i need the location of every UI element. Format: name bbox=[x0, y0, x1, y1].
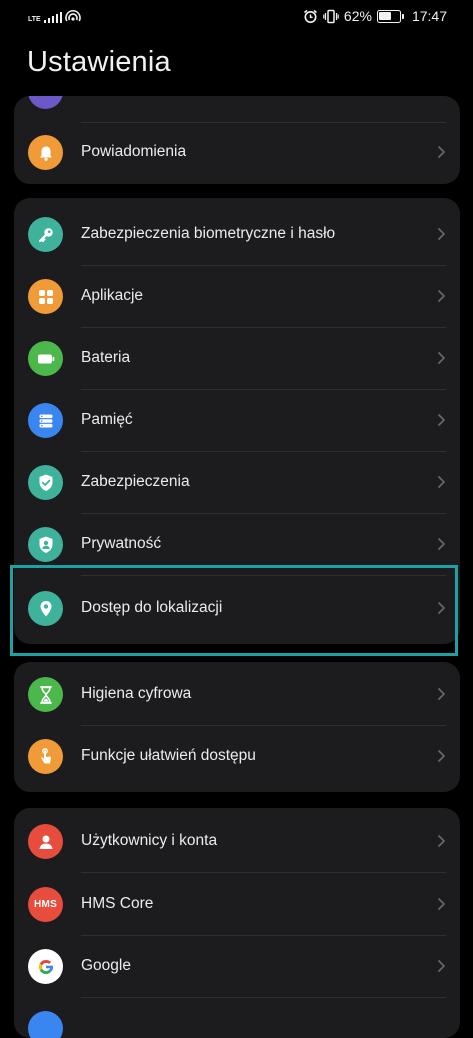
settings-item-label: Aplikacje bbox=[81, 287, 144, 304]
clock: 17:47 bbox=[411, 8, 447, 24]
bell-icon bbox=[28, 135, 63, 170]
settings-item-label: Prywatność bbox=[81, 535, 162, 552]
chevron-right-icon bbox=[437, 897, 446, 911]
chevron-right-icon bbox=[437, 687, 446, 701]
chevron-right-icon bbox=[437, 227, 446, 241]
settings-item-digital-wellbeing[interactable]: Higiena cyfrowa bbox=[14, 664, 460, 726]
storage-icon bbox=[28, 403, 63, 438]
status-left: LTE bbox=[28, 9, 81, 23]
shield-check-icon bbox=[28, 465, 63, 500]
settings-item-label: HMS Core bbox=[81, 895, 154, 912]
status-right: 62% 17:47 bbox=[303, 8, 447, 24]
hourglass-icon bbox=[28, 677, 63, 712]
chevron-right-icon bbox=[437, 475, 446, 489]
settings-item-label: Użytkownicy i konta bbox=[81, 832, 218, 849]
apps-grid-icon bbox=[28, 279, 63, 314]
settings-item-label: Bateria bbox=[81, 349, 131, 366]
battery-icon bbox=[376, 9, 404, 23]
settings-item-label: Funkcje ułatwień dostępu bbox=[81, 747, 256, 764]
google-icon bbox=[28, 949, 63, 984]
settings-item-partial[interactable] bbox=[14, 998, 460, 1038]
settings-item-storage[interactable]: Pamięć bbox=[14, 390, 460, 452]
status-bar: LTE 62% 17:47 bbox=[0, 0, 473, 34]
chevron-right-icon bbox=[437, 289, 446, 303]
network-type: LTE bbox=[28, 16, 41, 23]
settings-item-label: Pamięć bbox=[81, 411, 133, 428]
privacy-shield-icon bbox=[28, 527, 63, 562]
divider bbox=[81, 872, 446, 873]
settings-item-partial[interactable] bbox=[14, 96, 460, 123]
settings-item-label: Google bbox=[81, 957, 131, 974]
chevron-right-icon bbox=[437, 749, 446, 763]
chevron-right-icon bbox=[437, 959, 446, 973]
vibrate-icon bbox=[323, 9, 339, 23]
settings-item-apps[interactable]: Aplikacje bbox=[14, 266, 460, 328]
settings-item-security[interactable]: Zabezpieczenia bbox=[14, 452, 460, 514]
settings-item-biometrics[interactable]: Zabezpieczenia biometryczne i hasło bbox=[14, 204, 460, 266]
settings-group-1: Powiadomienia bbox=[14, 96, 460, 184]
settings-item-label: Higiena cyfrowa bbox=[81, 685, 192, 702]
hms-icon: HMS bbox=[28, 887, 63, 922]
partial-icon bbox=[28, 96, 63, 109]
settings-item-notifications[interactable]: Powiadomienia bbox=[14, 122, 460, 184]
accessibility-hand-icon bbox=[28, 739, 63, 774]
chevron-right-icon bbox=[437, 537, 446, 551]
chevron-right-icon bbox=[437, 834, 446, 848]
chevron-right-icon bbox=[437, 413, 446, 427]
chevron-right-icon bbox=[437, 145, 446, 159]
wifi-hotspot-icon bbox=[65, 9, 81, 22]
signal-bars-icon bbox=[43, 12, 63, 23]
settings-item-label: Powiadomienia bbox=[81, 143, 187, 160]
settings-item-users-accounts[interactable]: Użytkownicy i konta bbox=[14, 811, 460, 873]
settings-item-battery[interactable]: Bateria bbox=[14, 328, 460, 390]
page-title: Ustawienia bbox=[27, 46, 171, 78]
settings-item-label: Zabezpieczenia biometryczne i hasło bbox=[81, 225, 336, 242]
highlight-frame bbox=[10, 565, 458, 656]
hms-icon-text: HMS bbox=[33, 899, 58, 910]
chevron-right-icon bbox=[437, 351, 446, 365]
alarm-icon bbox=[303, 9, 317, 23]
user-icon bbox=[28, 824, 63, 859]
settings-item-google[interactable]: Google bbox=[14, 936, 460, 998]
key-icon bbox=[28, 217, 63, 252]
settings-item-label: Zabezpieczenia bbox=[81, 473, 190, 490]
partial-icon bbox=[28, 1011, 63, 1038]
settings-item-hms-core[interactable]: HMS HMS Core bbox=[14, 874, 460, 936]
settings-item-accessibility[interactable]: Funkcje ułatwień dostępu bbox=[14, 726, 460, 788]
battery-fill bbox=[379, 12, 392, 20]
settings-group-3: Higiena cyfrowa Funkcje ułatwień dostępu bbox=[14, 662, 460, 792]
battery-percent: 62% bbox=[343, 8, 372, 24]
battery-icon bbox=[28, 341, 63, 376]
settings-group-4: Użytkownicy i konta HMS HMS Core Google bbox=[14, 808, 460, 1038]
